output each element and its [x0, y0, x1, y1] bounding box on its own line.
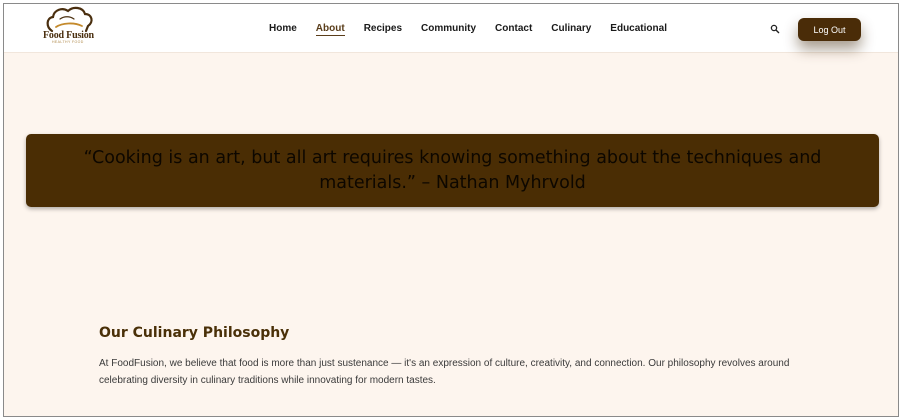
search-icon[interactable]	[770, 24, 780, 34]
nav-item-educational[interactable]: Educational	[610, 23, 667, 36]
quote-banner: “Cooking is an art, but all art requires…	[26, 134, 879, 207]
nav-item-culinary[interactable]: Culinary	[551, 23, 591, 36]
site-header: Food Fusion HEALTHY FOOD Home About Reci…	[4, 4, 898, 53]
quote-text: “Cooking is an art, but all art requires…	[83, 147, 822, 193]
logout-button[interactable]: Log Out	[798, 18, 861, 41]
main-nav: Home About Recipes Community Contact Cul…	[269, 23, 686, 36]
philosophy-title: Our Culinary Philosophy	[99, 325, 290, 341]
brand-tagline: HEALTHY FOOD	[52, 40, 84, 44]
nav-item-about[interactable]: About	[315, 23, 345, 36]
page-frame: Food Fusion HEALTHY FOOD Home About Reci…	[3, 3, 899, 417]
philosophy-body: At FoodFusion, we believe that food is m…	[99, 358, 790, 386]
nav-item-community[interactable]: Community	[421, 23, 476, 36]
nav-item-home[interactable]: Home	[269, 23, 297, 36]
nav-item-recipes[interactable]: Recipes	[364, 23, 402, 36]
nav-item-contact[interactable]: Contact	[495, 23, 532, 36]
